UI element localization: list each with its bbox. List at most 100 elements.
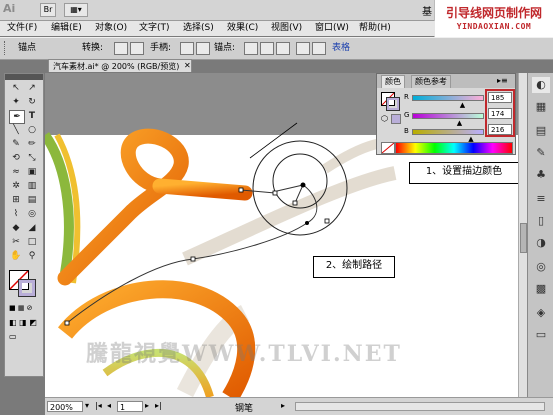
menu-effect[interactable]: 效果(C) [224, 22, 261, 35]
magic-wand-icon[interactable]: ✦ [9, 96, 23, 108]
stroke-icon[interactable]: ≡ [532, 191, 550, 207]
symbols-icon[interactable]: ♣ [532, 167, 550, 183]
brushes-icon[interactable]: ✎ [532, 145, 550, 161]
align-icon[interactable] [296, 42, 310, 55]
r-value-field[interactable]: 185 [488, 92, 512, 103]
hide-handles-icon[interactable] [196, 42, 210, 55]
grip-handle[interactable] [4, 41, 8, 55]
distribute-icon[interactable] [312, 42, 326, 55]
menu-window[interactable]: 窗口(W) [312, 22, 352, 35]
rotate-icon[interactable]: ⟲ [9, 152, 23, 164]
g-slider-thumb[interactable]: ▲ [457, 119, 462, 127]
graph-icon[interactable]: ▥ [25, 180, 39, 192]
b-label: B [404, 127, 409, 135]
menu-select[interactable]: 选择(S) [180, 22, 217, 35]
arrange-documents-button[interactable]: ▦▾ [64, 3, 88, 17]
transparency-icon[interactable]: ◑ [532, 235, 550, 251]
b-value-field[interactable]: 216 [488, 124, 512, 135]
first-page-icon[interactable]: |◂ [95, 401, 102, 410]
connect-anchor-icon[interactable] [260, 42, 274, 55]
mesh-icon[interactable]: ⊞ [9, 194, 23, 206]
stroke-swatch[interactable] [18, 279, 36, 297]
type-icon[interactable]: T [25, 110, 39, 122]
brush-icon[interactable]: ✎ [9, 138, 23, 150]
convert-smooth-icon[interactable] [130, 42, 144, 55]
r-slider-thumb[interactable]: ▲ [460, 101, 465, 109]
blend-icon[interactable]: ◎ [25, 208, 39, 220]
out-of-gamut-icon[interactable]: ⬡ [381, 114, 389, 123]
line-icon[interactable]: ╲ [9, 124, 23, 136]
status-menu-icon[interactable]: ▸ [281, 401, 285, 410]
zoom-icon[interactable]: ⚲ [25, 250, 39, 262]
color-mode-buttons[interactable]: ■ ▦ ⊘ [9, 304, 39, 312]
tab-color[interactable]: 颜色 [381, 75, 405, 88]
panel-stroke-swatch[interactable] [386, 97, 400, 111]
color-panel-icon[interactable]: ◐ [532, 77, 550, 93]
draw-mode-buttons[interactable]: ◧ ◨ ◩ [9, 318, 39, 328]
gradient-icon[interactable]: ▤ [25, 194, 39, 206]
menu-file[interactable]: 文件(F) [4, 22, 40, 35]
close-tab-icon[interactable]: ✕ [184, 61, 191, 70]
graphic-styles-icon[interactable]: ▩ [532, 281, 550, 297]
isolate-link[interactable]: 表格 [332, 43, 350, 54]
scroll-thumb[interactable] [520, 223, 527, 253]
appearance-icon[interactable]: ◎ [532, 259, 550, 275]
r-label: R [404, 93, 409, 101]
document-tab[interactable]: 汽车素材.ai* @ 200% (RGB/预览) [48, 59, 192, 72]
slice-icon[interactable]: ◢ [25, 222, 39, 234]
ellipse-icon[interactable]: ○ [25, 124, 39, 136]
screen-mode-icon[interactable]: ▭ [9, 332, 23, 342]
next-page-icon[interactable]: ▸ [145, 401, 149, 410]
layers-icon[interactable]: ◈ [532, 305, 550, 321]
hand-icon[interactable]: ✋ [9, 250, 23, 262]
selection-icon[interactable]: ↖ [9, 82, 23, 94]
lasso-icon[interactable]: ↻ [25, 96, 39, 108]
direct-selection-icon[interactable]: ↗ [25, 82, 39, 94]
workspace-label: 基 [422, 7, 432, 18]
color-panel: 颜色 颜色参考 ▸≡ ⬡ R ▲ G ▲ B ▲ 185 174 216 [376, 73, 516, 155]
free-transform-icon[interactable]: ▣ [25, 166, 39, 178]
zoom-dropdown-icon[interactable]: ▾ [85, 401, 89, 410]
g-slider[interactable] [412, 113, 484, 119]
menu-edit[interactable]: 编辑(E) [48, 22, 85, 35]
menu-object[interactable]: 对象(O) [92, 22, 130, 35]
site-brand-logo: 引导线网页制作网 YINDAOXIAN.COM [434, 0, 553, 38]
symbol-sprayer-icon[interactable]: ✲ [9, 180, 23, 192]
page-field[interactable]: 1 [117, 401, 143, 412]
panel-menu-icon[interactable]: ▸≡ [497, 76, 508, 85]
callout-draw-path: 2、绘制路径 [313, 256, 395, 278]
cut-path-icon[interactable] [276, 42, 290, 55]
horizontal-scrollbar[interactable] [295, 402, 545, 411]
r-slider[interactable] [412, 95, 484, 101]
eyedropper-icon[interactable]: ⌇ [9, 208, 23, 220]
tools-panel-header[interactable] [5, 74, 43, 80]
artboard-icon[interactable]: □ [25, 236, 39, 248]
menu-help[interactable]: 帮助(H) [356, 22, 394, 35]
color-guide-icon[interactable]: ▦ [532, 99, 550, 115]
scissors-icon[interactable]: ✂ [9, 236, 23, 248]
pencil-icon[interactable]: ✏ [25, 138, 39, 150]
callout-set-stroke-color: 1、设置描边颜色 [409, 162, 519, 184]
bridge-button[interactable]: Br [40, 3, 56, 17]
menu-view[interactable]: 视图(V) [268, 22, 305, 35]
live-paint-icon[interactable]: ◆ [9, 222, 23, 234]
convert-corner-icon[interactable] [114, 42, 128, 55]
prev-page-icon[interactable]: ◂ [107, 401, 111, 410]
out-of-gamut-swatch[interactable] [391, 114, 401, 124]
tab-color-guide[interactable]: 颜色参考 [411, 75, 451, 88]
warp-icon[interactable]: ≈ [9, 166, 23, 178]
remove-anchor-icon[interactable] [244, 42, 258, 55]
g-label: G [404, 111, 410, 119]
artboards-icon[interactable]: ▭ [532, 327, 550, 343]
color-spectrum[interactable] [395, 142, 513, 154]
g-value-field[interactable]: 174 [488, 108, 512, 119]
menu-type[interactable]: 文字(T) [136, 22, 173, 35]
last-page-icon[interactable]: ▸| [155, 401, 162, 410]
scale-icon[interactable]: ⤡ [25, 152, 39, 164]
swatches-icon[interactable]: ▤ [532, 123, 550, 139]
pen-icon[interactable]: ✒ [9, 110, 25, 124]
gradient-panel-icon[interactable]: ▯ [532, 213, 550, 229]
none-swatch[interactable] [381, 142, 395, 154]
show-handles-icon[interactable] [180, 42, 194, 55]
zoom-field[interactable]: 200% [47, 401, 83, 412]
